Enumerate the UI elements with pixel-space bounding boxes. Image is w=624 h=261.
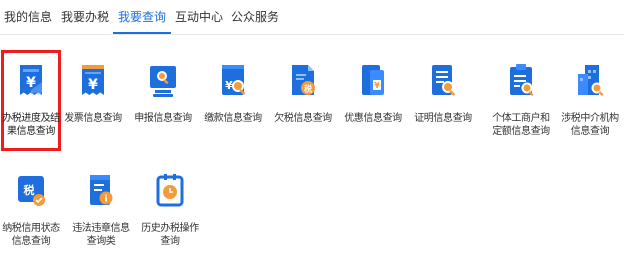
tile-label: 优惠信息查询 <box>344 113 402 124</box>
tile-declaration-query[interactable]: 申报信息查询 <box>132 62 194 125</box>
tax-credit-check-icon: 税 <box>14 172 48 210</box>
tile-label: 申报信息查询 <box>134 113 192 124</box>
tile-label: 发票信息查询 <box>64 113 122 124</box>
tile-arrears-query[interactable]: 税 欠税信息查询 <box>272 62 334 125</box>
svg-text:¥: ¥ <box>88 77 98 93</box>
tile-agency-query[interactable]: 涉税中介机构信息查询 <box>559 62 621 138</box>
tax-arrears-document-icon: 税 <box>286 62 320 100</box>
violation-info-icon: i <box>84 172 118 210</box>
svg-text:¥: ¥ <box>225 79 233 92</box>
tile-payment-query[interactable]: ¥ 缴款信息查询 <box>202 62 264 125</box>
tile-label: 个体工商户和定额信息查询 <box>492 113 550 137</box>
tile-tax-credit-query[interactable]: 税 纳税信用状态信息查询 <box>0 172 62 248</box>
svg-text:税: 税 <box>304 84 312 94</box>
tab-my-info[interactable]: 我的信息 <box>4 0 52 34</box>
payment-magnifier-icon: ¥ <box>216 62 250 100</box>
svg-text:¥: ¥ <box>374 81 380 90</box>
preferential-document-icon: ¥ <box>356 62 390 100</box>
tile-label: 办税进度及结果信息查询 <box>2 113 60 137</box>
monitor-search-icon <box>146 62 180 100</box>
history-clock-icon <box>153 172 187 210</box>
tile-preferential-query[interactable]: ¥ 优惠信息查询 <box>342 62 404 125</box>
active-tab-indicator <box>113 32 171 34</box>
tab-query[interactable]: 我要查询 <box>118 0 166 34</box>
certificate-search-icon <box>426 62 460 100</box>
tile-label: 违法违章信息查询类 <box>72 223 130 247</box>
tile-history-query[interactable]: 历史办税操作查询 <box>139 172 201 248</box>
tile-label: 纳税信用状态信息查询 <box>2 223 60 247</box>
tile-certificate-query[interactable]: 证明信息查询 <box>412 62 474 125</box>
svg-text:¥: ¥ <box>26 75 36 91</box>
business-search-icon <box>504 62 538 100</box>
svg-text:i: i <box>104 195 107 205</box>
tile-label: 欠税信息查询 <box>274 113 332 124</box>
tab-tax-handling[interactable]: 我要办税 <box>61 0 109 34</box>
tile-individual-business-query[interactable]: 个体工商户和定额信息查询 <box>490 62 552 138</box>
query-page: 我的信息 我要办税 我要查询 互动中心 公众服务 ¥ 办税进度及结果信息查询 ¥ <box>0 0 624 261</box>
tab-interaction-center[interactable]: 互动中心 <box>175 0 223 34</box>
tab-public-service[interactable]: 公众服务 <box>231 0 279 34</box>
yuan-receipt-icon: ¥ <box>14 62 48 100</box>
tile-label: 证明信息查询 <box>414 113 472 124</box>
yuan-invoice-icon: ¥ <box>76 62 110 100</box>
tile-label: 历史办税操作查询 <box>141 223 199 247</box>
svg-text:税: 税 <box>24 183 35 197</box>
tile-violation-query[interactable]: i 违法违章信息查询类 <box>70 172 132 248</box>
top-tab-bar: 我的信息 我要办税 我要查询 互动中心 公众服务 <box>0 0 624 35</box>
tile-progress-result-query[interactable]: ¥ 办税进度及结果信息查询 <box>0 62 62 138</box>
tile-invoice-query[interactable]: ¥ 发票信息查询 <box>62 62 124 125</box>
building-search-icon <box>573 62 607 100</box>
tile-label: 缴款信息查询 <box>204 113 262 124</box>
tile-label: 涉税中介机构信息查询 <box>561 113 619 137</box>
